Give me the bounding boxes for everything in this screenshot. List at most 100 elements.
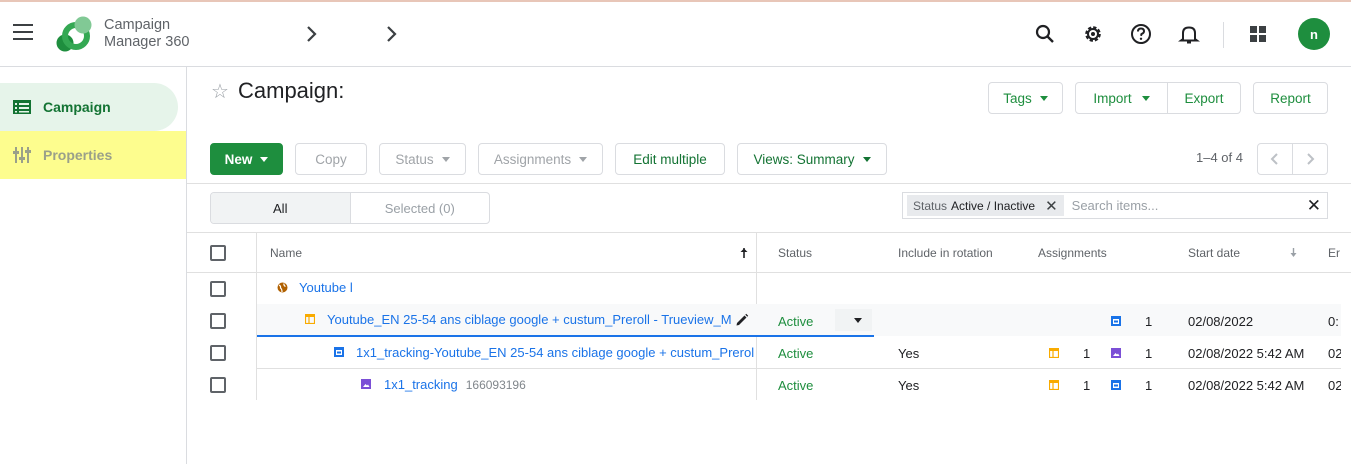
chevron-left-icon	[1270, 153, 1278, 165]
page-title: Campaign:	[238, 78, 345, 103]
sliders-icon	[13, 146, 33, 164]
sort-arrow-icon[interactable]	[1289, 248, 1298, 258]
tags-button[interactable]: Tags	[988, 82, 1063, 114]
avatar[interactable]: n	[1298, 18, 1330, 50]
column-header-name[interactable]: Name	[270, 246, 302, 260]
report-button[interactable]: Report	[1253, 82, 1328, 114]
select-all-checkbox[interactable]	[210, 245, 226, 261]
column-header-end-date[interactable]: Er	[1328, 246, 1340, 260]
table-top-border	[187, 232, 1351, 233]
apps-grid-icon[interactable]	[1245, 21, 1271, 47]
new-label: New	[224, 151, 253, 167]
export-button[interactable]: Export	[1168, 83, 1240, 113]
caret-down-icon	[1141, 95, 1150, 101]
app-title-line2: Manager 360	[104, 34, 190, 50]
list-icon	[13, 98, 33, 116]
status-label: Status	[395, 151, 434, 167]
column-header-status[interactable]: Status	[778, 246, 812, 260]
row-checkbox[interactable]	[210, 345, 226, 361]
edit-multiple-button[interactable]: Edit multiple	[615, 143, 725, 175]
sort-ascending-icon[interactable]	[739, 247, 749, 259]
views-label: Views: Summary	[753, 151, 855, 167]
caret-down-icon	[260, 156, 269, 162]
assignment-count: 1	[1083, 346, 1091, 361]
globe-icon	[277, 282, 288, 293]
row-border	[257, 368, 1341, 369]
chip-label: Status	[913, 198, 948, 213]
app-title-line1: Campaign	[104, 17, 171, 33]
import-export-group: Import Export	[1075, 82, 1241, 114]
edit-underline	[257, 335, 874, 337]
row-checkbox[interactable]	[210, 313, 226, 329]
placement-name-link[interactable]: Youtube_EN 25-54 ans ciblage google + cu…	[327, 312, 732, 327]
end-date: 02	[1328, 346, 1341, 361]
row-checkbox[interactable]	[210, 377, 226, 393]
creative-icon	[1111, 348, 1121, 358]
rotation-value: Yes	[898, 378, 920, 393]
search-icon[interactable]	[1032, 21, 1058, 47]
help-icon[interactable]	[1128, 21, 1154, 47]
new-button[interactable]: New	[210, 143, 283, 175]
creative-name: 1x1_tracking 166093196	[384, 377, 526, 392]
assignments-button[interactable]: Assignments	[478, 143, 603, 175]
sidebar-item-label: Campaign	[43, 99, 111, 115]
caret-down-icon	[862, 156, 871, 162]
gear-icon[interactable]	[1080, 21, 1106, 47]
clear-search-icon[interactable]: ✕	[1307, 196, 1321, 216]
app-title: Campaign Manager 360	[104, 17, 214, 51]
ad-name-link[interactable]: 1x1_tracking-Youtube_EN 25-54 ans ciblag…	[356, 345, 754, 360]
divider	[187, 183, 1351, 184]
assignments-label: Assignments	[493, 151, 572, 167]
creative-name-link[interactable]: 1x1_tracking	[384, 377, 458, 392]
ad-icon	[1111, 316, 1121, 326]
assignment-count: 1	[1145, 378, 1153, 393]
status-filter-chip[interactable]: Status Active / Inactive ✕	[907, 195, 1064, 216]
status-value: Active	[778, 378, 814, 393]
chip-value: Active / Inactive	[951, 198, 1036, 213]
creative-id: 166093196	[465, 378, 526, 392]
pencil-icon[interactable]	[735, 313, 749, 327]
assignment-count: 1	[1145, 314, 1153, 329]
status-button[interactable]: Status	[379, 143, 466, 175]
close-icon[interactable]: ✕	[1045, 197, 1058, 215]
tab-selected[interactable]: Selected (0)	[351, 193, 490, 223]
import-label: Import	[1093, 90, 1132, 106]
status-dropdown[interactable]	[835, 309, 872, 331]
menu-icon[interactable]	[13, 24, 35, 42]
start-date: 02/08/2022 5:42 AM	[1188, 346, 1305, 361]
import-button[interactable]: Import	[1076, 83, 1168, 113]
pagination	[1257, 143, 1328, 175]
rotation-value: Yes	[898, 346, 920, 361]
sidebar-item-properties[interactable]: Properties	[0, 131, 186, 179]
campaign-name-link[interactable]: Youtube l	[299, 280, 353, 295]
tags-label: Tags	[1003, 90, 1032, 106]
column-header-assignments[interactable]: Assignments	[1038, 246, 1107, 260]
creative-icon	[361, 379, 371, 389]
header-bottom-border	[187, 272, 1351, 273]
placement-icon	[1049, 348, 1059, 358]
search-input[interactable]	[1071, 195, 1302, 216]
caret-down-icon	[441, 156, 450, 162]
status-value: Active	[778, 314, 814, 329]
column-header-rotation[interactable]: Include in rotation	[898, 246, 993, 260]
tab-all[interactable]: All	[211, 193, 351, 223]
pagination-count: 1–4 of 4	[1196, 150, 1243, 165]
ad-icon	[1111, 380, 1121, 390]
chevron-right-icon[interactable]	[305, 24, 319, 44]
sidebar-item-campaign[interactable]: Campaign	[0, 83, 178, 131]
star-icon[interactable]: ☆	[211, 79, 229, 104]
bell-icon[interactable]	[1176, 21, 1202, 47]
views-button[interactable]: Views: Summary	[737, 143, 887, 175]
placement-icon	[1049, 380, 1059, 390]
prev-page-button[interactable]	[1258, 144, 1293, 174]
ad-icon	[334, 347, 344, 357]
row-checkbox[interactable]	[210, 281, 226, 297]
placement-icon	[305, 314, 315, 324]
chevron-right-icon[interactable]	[385, 24, 399, 44]
status-value: Active	[778, 346, 814, 361]
end-date: 02	[1328, 378, 1341, 393]
next-page-button[interactable]	[1293, 144, 1328, 174]
copy-button[interactable]: Copy	[295, 143, 367, 175]
selection-tabs: All Selected (0)	[210, 192, 490, 224]
column-header-start-date[interactable]: Start date	[1188, 246, 1240, 260]
